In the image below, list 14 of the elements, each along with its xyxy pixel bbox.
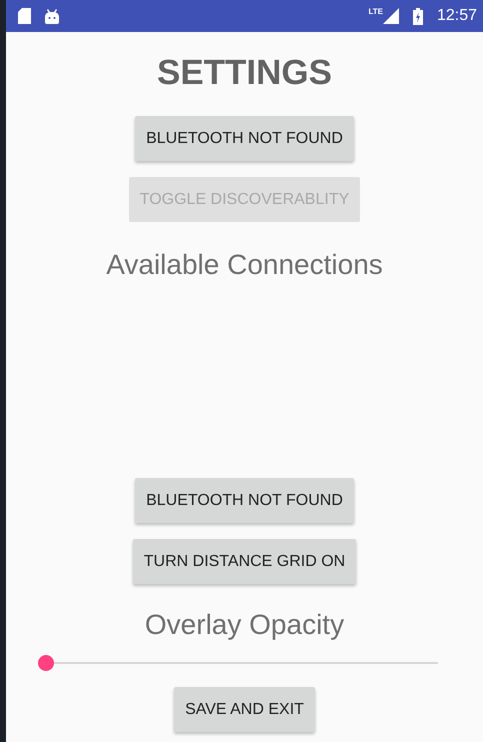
settings-button[interactable]: BLUETOOTH NOT FOUND [135,478,354,523]
sd-card-icon [18,8,31,24]
connections-heading: Available Connections [106,248,383,282]
clock: 12:57 [436,7,477,25]
settings-button[interactable]: TURN DISTANCE GRID ON [132,539,356,584]
opacity-label: Overlay Opacity [144,608,344,642]
network-type: LTE [368,7,383,16]
android-icon [45,8,59,24]
battery-icon [412,8,423,24]
save-button[interactable]: SAVE AND EXIT [174,687,315,732]
signal-icon [382,8,399,24]
page-title: SETTINGS [156,53,332,93]
bluetooth-button[interactable]: BLUETOOTH NOT FOUND [135,116,354,161]
slider-thumb[interactable] [38,655,54,671]
